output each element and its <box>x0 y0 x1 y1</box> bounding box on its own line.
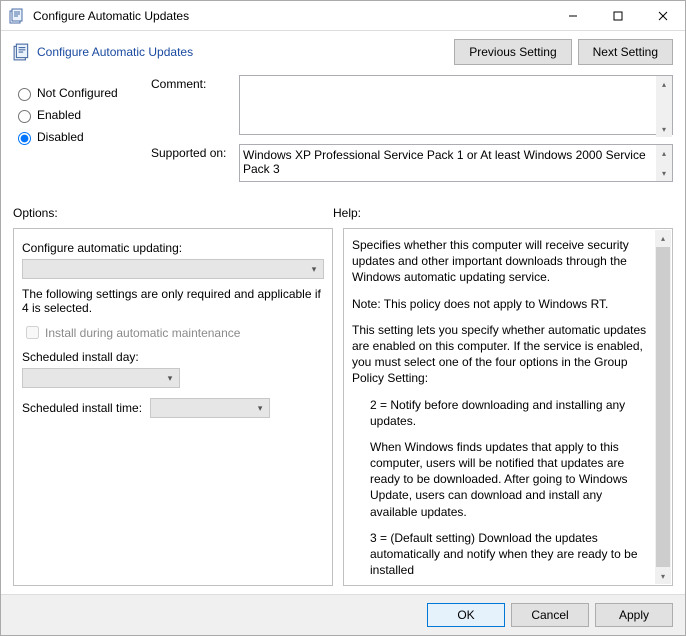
scrollbar[interactable]: ▴▾ <box>655 230 671 584</box>
minimize-button[interactable] <box>550 1 595 31</box>
checkbox-label: Install during automatic maintenance <box>45 326 240 340</box>
scheduled-day-label: Scheduled install day: <box>22 350 324 364</box>
maximize-button[interactable] <box>595 1 640 31</box>
help-text: 2 = Notify before downloading and instal… <box>352 397 650 429</box>
next-setting-button[interactable]: Next Setting <box>578 39 673 65</box>
titlebar: Configure Automatic Updates <box>1 1 685 31</box>
options-note: The following settings are only required… <box>22 287 324 315</box>
help-text: 3 = (Default setting) Download the updat… <box>352 530 650 579</box>
options-label: Options: <box>13 206 333 220</box>
help-text: Specifies whether this computer will rec… <box>352 237 650 286</box>
scrollbar[interactable]: ▴▾ <box>656 76 672 137</box>
scroll-down-icon[interactable]: ▾ <box>655 568 671 584</box>
install-maintenance-input[interactable] <box>26 326 39 339</box>
ok-button[interactable]: OK <box>427 603 505 627</box>
panels: Configure automatic updating: ▾ The foll… <box>1 224 685 594</box>
policy-state-form: Not Configured Enabled Disabled Comment:… <box>1 69 685 200</box>
chevron-down-icon: ▾ <box>161 373 179 384</box>
scheduled-time-label: Scheduled install time: <box>22 401 142 415</box>
scroll-down-icon[interactable]: ▾ <box>656 165 672 181</box>
app-icon <box>9 8 25 24</box>
help-label: Help: <box>333 206 361 220</box>
supported-on-label: Supported on: <box>151 144 231 160</box>
radio-not-configured[interactable]: Not Configured <box>13 85 143 101</box>
cancel-button[interactable]: Cancel <box>511 603 589 627</box>
scroll-up-icon[interactable]: ▴ <box>655 230 671 246</box>
comment-label: Comment: <box>151 75 231 91</box>
help-text: When Windows finds updates that apply to… <box>352 439 650 520</box>
header: Configure Automatic Updates Previous Set… <box>1 31 685 69</box>
scroll-up-icon[interactable]: ▴ <box>656 76 672 92</box>
window-title: Configure Automatic Updates <box>33 9 550 23</box>
chevron-down-icon: ▾ <box>305 264 323 275</box>
previous-setting-button[interactable]: Previous Setting <box>454 39 571 65</box>
policy-icon <box>13 43 31 61</box>
close-button[interactable] <box>640 1 685 31</box>
scrollbar[interactable]: ▴▾ <box>656 145 672 181</box>
configure-updating-label: Configure automatic updating: <box>22 241 324 255</box>
dialog-footer: OK Cancel Apply <box>1 594 685 635</box>
scroll-up-icon[interactable]: ▴ <box>656 145 672 161</box>
state-radio-group: Not Configured Enabled Disabled <box>13 75 143 151</box>
radio-not-configured-input[interactable] <box>18 88 31 101</box>
supported-on-text: Windows XP Professional Service Pack 1 o… <box>239 144 673 182</box>
configure-updating-select[interactable]: ▾ <box>22 259 324 279</box>
options-panel: Configure automatic updating: ▾ The foll… <box>13 228 333 586</box>
scheduled-time-select[interactable]: ▾ <box>150 398 270 418</box>
help-panel: Specifies whether this computer will rec… <box>343 228 673 586</box>
help-text: Note: This policy does not apply to Wind… <box>352 296 650 312</box>
comment-textarea[interactable] <box>239 75 673 135</box>
scroll-down-icon[interactable]: ▾ <box>656 121 672 137</box>
radio-label: Enabled <box>37 108 81 122</box>
radio-label: Not Configured <box>37 86 118 100</box>
radio-label: Disabled <box>37 130 84 144</box>
help-text: This setting lets you specify whether au… <box>352 322 650 387</box>
radio-disabled-input[interactable] <box>18 132 31 145</box>
radio-enabled[interactable]: Enabled <box>13 107 143 123</box>
install-maintenance-checkbox[interactable]: Install during automatic maintenance <box>22 323 324 342</box>
scheduled-day-select[interactable]: ▾ <box>22 368 180 388</box>
radio-disabled[interactable]: Disabled <box>13 129 143 145</box>
section-labels: Options: Help: <box>1 200 685 224</box>
apply-button[interactable]: Apply <box>595 603 673 627</box>
radio-enabled-input[interactable] <box>18 110 31 123</box>
policy-title: Configure Automatic Updates <box>37 45 448 59</box>
chevron-down-icon: ▾ <box>251 403 269 414</box>
